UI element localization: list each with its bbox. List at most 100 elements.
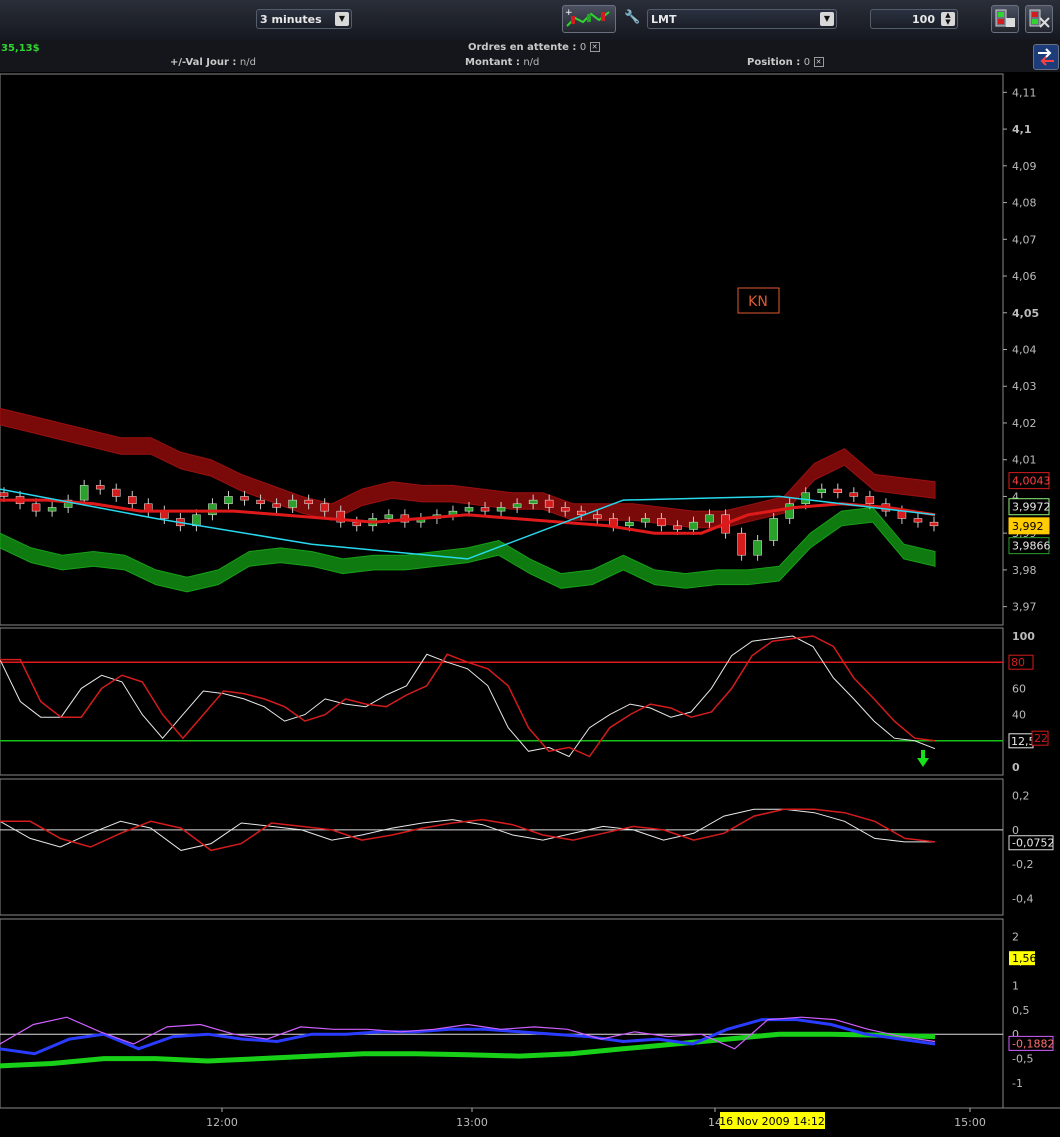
candle [0,492,9,497]
y-tick-label: 1 [1012,979,1019,992]
period-select[interactable]: 3 minutes ▼ [256,9,352,29]
candle [512,503,522,508]
date-cursor: 16 Nov 2009 14:12 [719,1112,825,1129]
y-tick-label: 4,05 [1012,307,1039,320]
order-type-value: LMT [651,13,677,26]
pending-orders: Ordres en attente : 0 ✕ [468,42,600,53]
panel-4-frame [0,918,1004,1109]
last-value-middle-label: 3,9972 [1012,501,1051,514]
candle [913,518,923,523]
amount-label: Montant : [465,57,520,68]
candle [464,507,474,512]
y-tick-label: 3,97 [1012,601,1037,614]
momentum-value-label: -0,0752 [1012,837,1054,850]
y-tick-label: 2 [1012,931,1019,944]
buy-order-button[interactable] [991,5,1019,33]
candle [528,499,538,505]
amount-value: n/d [523,57,540,68]
panel-3-frame [0,778,1004,916]
y-tick-label: 4,02 [1012,417,1037,430]
swap-arrows-icon [1038,48,1054,66]
candle [673,525,682,530]
pending-orders-label: Ordres en attente : [468,42,577,53]
y-tick-label: 0 [1012,761,1020,774]
y-tick-label: -1 [1012,1077,1023,1090]
candle [897,510,907,519]
chart-style-button[interactable]: + [562,5,616,33]
candle [47,507,57,512]
y-tick-label: 4,08 [1012,197,1037,210]
candle [625,521,634,527]
candle [785,503,794,519]
position: Position : 0 ✕ [747,57,824,68]
candle [833,488,843,494]
y-tick-label: 4,09 [1012,160,1037,173]
candle [95,485,105,490]
stoch-d-label: 22 [1034,732,1048,745]
annotation-text: KN [748,294,768,310]
svg-text:+: + [565,8,573,18]
candle [657,518,666,527]
x-tick-label: 13:00 [456,1116,488,1129]
candle [111,488,121,497]
candle [256,499,265,505]
day-value: +/-Val Jour : n/d [170,57,256,68]
candle [849,492,859,497]
last-value-upper-label: 4,0043 [1012,475,1051,488]
candle [929,521,939,527]
candle [689,521,698,530]
y-tick-label: -0,4 [1012,892,1033,905]
candle [240,496,249,501]
order-type-select[interactable]: LMT ▼ [647,9,837,29]
candle [320,503,329,512]
chart-panels [0,73,1060,1109]
candle [208,503,217,516]
close-icon[interactable]: ✕ [813,57,824,67]
period-select-value: 3 minutes [260,13,322,26]
day-value-label: +/-Val Jour : [170,57,237,68]
y-tick-label: -0,5 [1012,1053,1033,1066]
candle [769,518,778,541]
candle [817,488,827,494]
amount: Montant : n/d [465,57,539,68]
close-icon[interactable]: ✕ [589,42,600,52]
candle [865,496,875,505]
refresh-chart-button[interactable] [1033,44,1059,70]
y-tick-label: 4,1 [1012,123,1032,136]
date-cursor-label: 16 Nov 2009 14:12 [719,1115,825,1128]
top-toolbar: 3 minutes ▼ + 🔧 LMT ▼ 100 ▲ ▼ [0,0,1060,41]
candle [737,532,746,556]
y-tick-label: -0,2 [1012,858,1033,871]
y-tick-label: 0 [1012,824,1019,837]
position-value: 0 [803,57,811,68]
candle [801,492,810,505]
chart-area[interactable]: 4,11 4,1 4,09 4,08 4,07 4,06 4,05 4,04 4,03 4,02 4… [0,72,1060,1137]
candle [560,507,570,512]
pending-orders-value: 0 [579,42,587,53]
y-tick-label: 60 [1012,682,1026,695]
sell-order-button[interactable] [1025,5,1053,33]
last-value-price-label: 3,992 [1012,520,1044,533]
y-tick-label: 4,04 [1012,344,1037,357]
candle [224,496,233,505]
candle [352,521,362,527]
stepper-arrows-icon[interactable]: ▲ ▼ [941,12,955,26]
account-info-bar: 35,13$ Ordres en attente : 0 ✕ +/-Val Jo… [0,40,1060,72]
candles-chart-icon: + [565,8,610,27]
sell-ticket-icon [1029,9,1050,28]
candle [641,518,650,523]
wrench-icon[interactable]: 🔧 [624,10,640,28]
oscillator-upper-label: 1,56 [1012,952,1037,965]
y-tick-label: 4,11 [1012,86,1037,99]
y-tick-label: 3,98 [1012,564,1037,577]
panel-2-frame [0,627,1004,776]
y-tick-label: 4,01 [1012,454,1037,467]
candle [705,514,714,523]
candle [128,496,137,505]
quantity-stepper[interactable]: 100 ▲ ▼ [870,9,958,29]
candle [544,499,554,508]
candle [753,540,762,556]
chevron-down-icon: ▼ [335,12,349,26]
y-tick-label: 100 [1012,630,1035,643]
y-tick-label: 4,03 [1012,380,1037,393]
